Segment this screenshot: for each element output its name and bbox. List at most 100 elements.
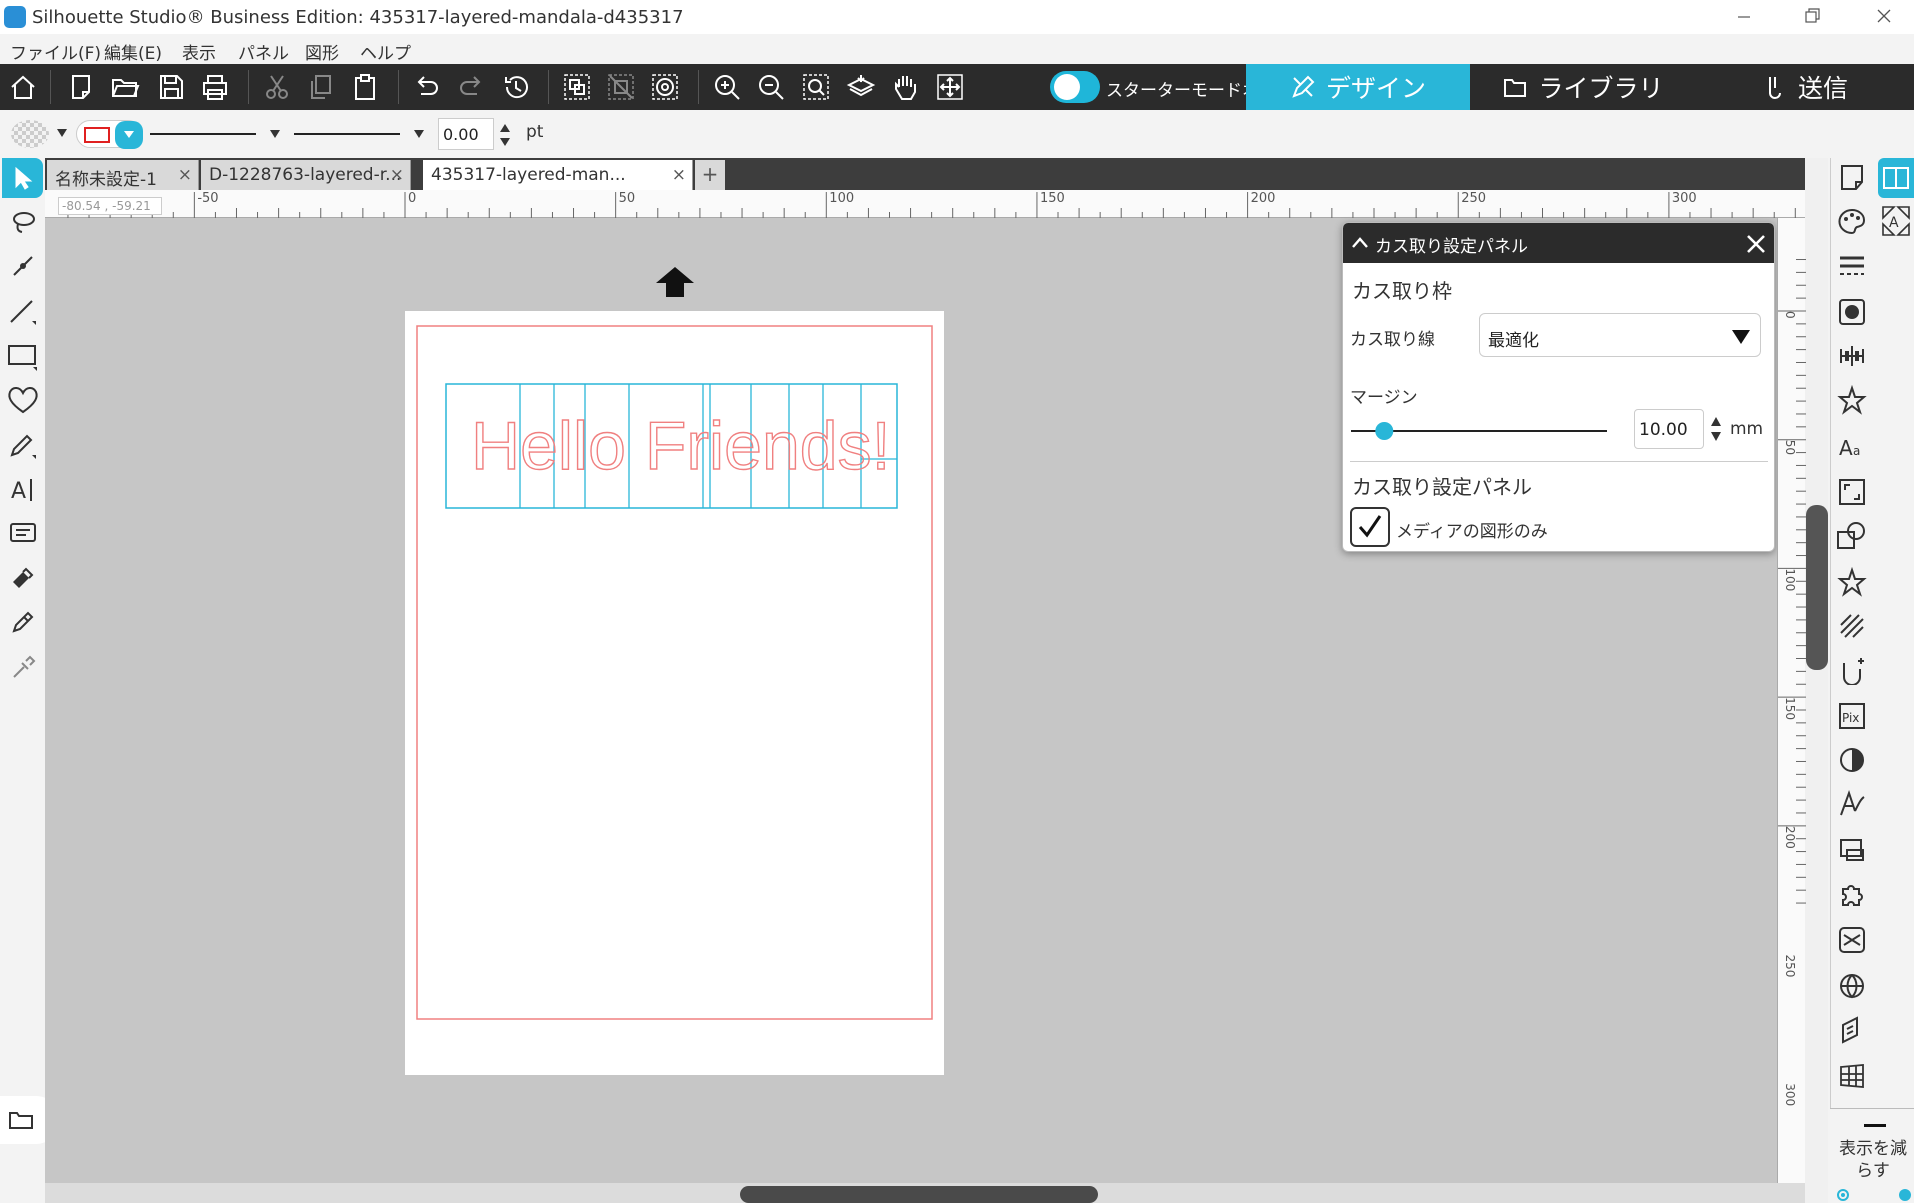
fill-pattern-icon[interactable] [10, 119, 50, 149]
tab-send[interactable]: 送信 [1696, 64, 1914, 110]
status-icon[interactable] [1896, 1186, 1914, 1202]
fill-pattern-panel-icon[interactable] [1834, 294, 1870, 330]
cut-icon[interactable] [258, 68, 296, 106]
line-width-stepper[interactable] [498, 120, 512, 150]
paste-icon[interactable] [346, 68, 384, 106]
pan-hand-icon[interactable] [887, 68, 925, 106]
fill-color-panel-icon[interactable] [1834, 204, 1870, 240]
pixscan-panel-icon[interactable]: Pix [1834, 698, 1870, 734]
margin-stepper[interactable] [1709, 413, 1723, 445]
redo-icon[interactable] [452, 68, 490, 106]
minimize-button[interactable] [1716, 0, 1772, 34]
horizontal-scrollbar-thumb[interactable] [740, 1186, 1098, 1203]
zoom-selection-icon[interactable] [797, 68, 835, 106]
new-document-icon[interactable] [62, 68, 100, 106]
home-icon[interactable] [4, 68, 42, 106]
starter-mode-toggle[interactable] [1050, 71, 1100, 103]
design-page[interactable]: Hello Friends! [405, 311, 944, 1075]
copy-icon[interactable] [302, 68, 340, 106]
doc-tab-active[interactable]: 435317-layered-man... × [423, 160, 693, 190]
settings-gear-icon[interactable] [1834, 1186, 1852, 1202]
tab-library[interactable]: ライブラリ [1472, 64, 1694, 110]
fill-dropdown-arrow-icon[interactable] [56, 128, 68, 138]
menu-help[interactable]: ヘルプ [360, 39, 411, 64]
knife-tool-icon[interactable] [2, 602, 43, 642]
move-arrows-icon[interactable] [931, 68, 969, 106]
doc-tab[interactable]: 名称未設定-1 × [47, 160, 199, 190]
pen-tool-icon[interactable] [2, 426, 43, 466]
text-box-tool-icon[interactable] [2, 514, 43, 554]
line-style-panel-icon[interactable] [1834, 248, 1870, 284]
reduce-display-button[interactable]: 表示を減らす [1832, 1138, 1914, 1182]
text-tool-icon[interactable]: A [2, 470, 43, 510]
line-tool-icon[interactable] [2, 292, 43, 332]
align-panel-icon[interactable] [1834, 338, 1870, 374]
trace-line-select[interactable]: 最適化 [1479, 313, 1761, 357]
close-panel-icon[interactable] [1745, 233, 1767, 255]
menu-panel[interactable]: パネル [238, 39, 289, 64]
menu-file[interactable]: ファイル(F) [10, 39, 101, 64]
layers-panel-icon[interactable] [1834, 1058, 1870, 1094]
margin-input[interactable]: 10.00 [1634, 409, 1704, 449]
zoom-in-icon[interactable] [708, 68, 746, 106]
trace-panel-icon[interactable] [1834, 652, 1870, 688]
print-cut-panel-icon[interactable] [1834, 832, 1870, 868]
3d-panel-icon[interactable] [1834, 1012, 1870, 1048]
eyedropper-tool-icon[interactable] [2, 648, 43, 688]
vertical-scrollbar-thumb[interactable] [1806, 505, 1828, 670]
tab-design[interactable]: デザイン [1246, 64, 1470, 110]
fit-page-icon[interactable] [842, 68, 880, 106]
replicate-star-panel-icon[interactable] [1834, 382, 1870, 418]
select-tool-icon[interactable] [2, 158, 43, 198]
collapse-minus-icon[interactable] [1864, 1124, 1886, 1127]
offset-panel-icon[interactable] [1834, 608, 1870, 644]
layout-panel-tab[interactable] [1878, 158, 1914, 198]
close-tab-icon[interactable]: × [178, 165, 192, 185]
close-tab-icon[interactable]: × [390, 165, 404, 185]
line-color-picker[interactable] [76, 120, 143, 149]
puzzle-panel-icon[interactable] [1834, 878, 1870, 914]
ungroup-icon[interactable] [602, 68, 640, 106]
group-icon[interactable] [558, 68, 596, 106]
point-edit-tool-icon[interactable] [2, 246, 43, 286]
make-compound-icon[interactable] [646, 68, 684, 106]
open-folder-icon[interactable] [106, 68, 144, 106]
hello-friends-text[interactable]: Hello Friends! [470, 407, 891, 484]
media-only-checkbox[interactable] [1350, 507, 1390, 547]
transform-panel-icon[interactable] [1834, 474, 1870, 510]
weld-panel-icon[interactable] [1834, 922, 1870, 958]
horizontal-scrollbar[interactable] [45, 1183, 1805, 1203]
zoom-out-icon[interactable] [752, 68, 790, 106]
sketch-panel-icon[interactable] [1834, 786, 1870, 822]
menu-shapes[interactable]: 図形 [305, 39, 339, 64]
text-style-panel-icon[interactable]: A [1880, 204, 1912, 238]
line-width-input[interactable]: 0.00 [438, 118, 494, 150]
lasso-tool-icon[interactable] [2, 202, 43, 242]
add-tab-button[interactable]: + [695, 160, 725, 190]
modify-shapes-panel-icon[interactable] [1834, 518, 1870, 554]
line-end-selector[interactable] [292, 122, 432, 146]
doc-tab[interactable]: D-1228763-layered-r... × [201, 160, 411, 190]
page-setup-icon[interactable] [1834, 160, 1870, 196]
eraser-tool-icon[interactable] [2, 558, 43, 598]
close-tab-icon[interactable]: × [672, 165, 686, 185]
text-panel-icon[interactable]: Aa [1834, 428, 1870, 464]
contrast-panel-icon[interactable] [1834, 742, 1870, 778]
save-icon[interactable] [152, 68, 190, 106]
close-window-button[interactable] [1856, 0, 1912, 34]
margin-slider-knob[interactable] [1375, 422, 1394, 440]
print-icon[interactable] [196, 68, 234, 106]
margin-slider[interactable] [1349, 419, 1611, 443]
rectangle-tool-icon[interactable] [2, 336, 43, 376]
history-icon[interactable] [497, 68, 535, 106]
undo-icon[interactable] [408, 68, 446, 106]
favorites-star-panel-icon[interactable] [1834, 564, 1870, 600]
globe-panel-icon[interactable] [1834, 968, 1870, 1004]
menu-edit[interactable]: 編集(E) [104, 39, 162, 64]
restore-button[interactable] [1784, 0, 1840, 34]
shape-heart-tool-icon[interactable] [2, 380, 43, 420]
menu-view[interactable]: 表示 [182, 39, 216, 64]
collapse-chevron-icon[interactable] [1351, 235, 1369, 251]
right-panel-divider [1830, 1108, 1914, 1109]
line-style-selector[interactable] [148, 122, 288, 146]
